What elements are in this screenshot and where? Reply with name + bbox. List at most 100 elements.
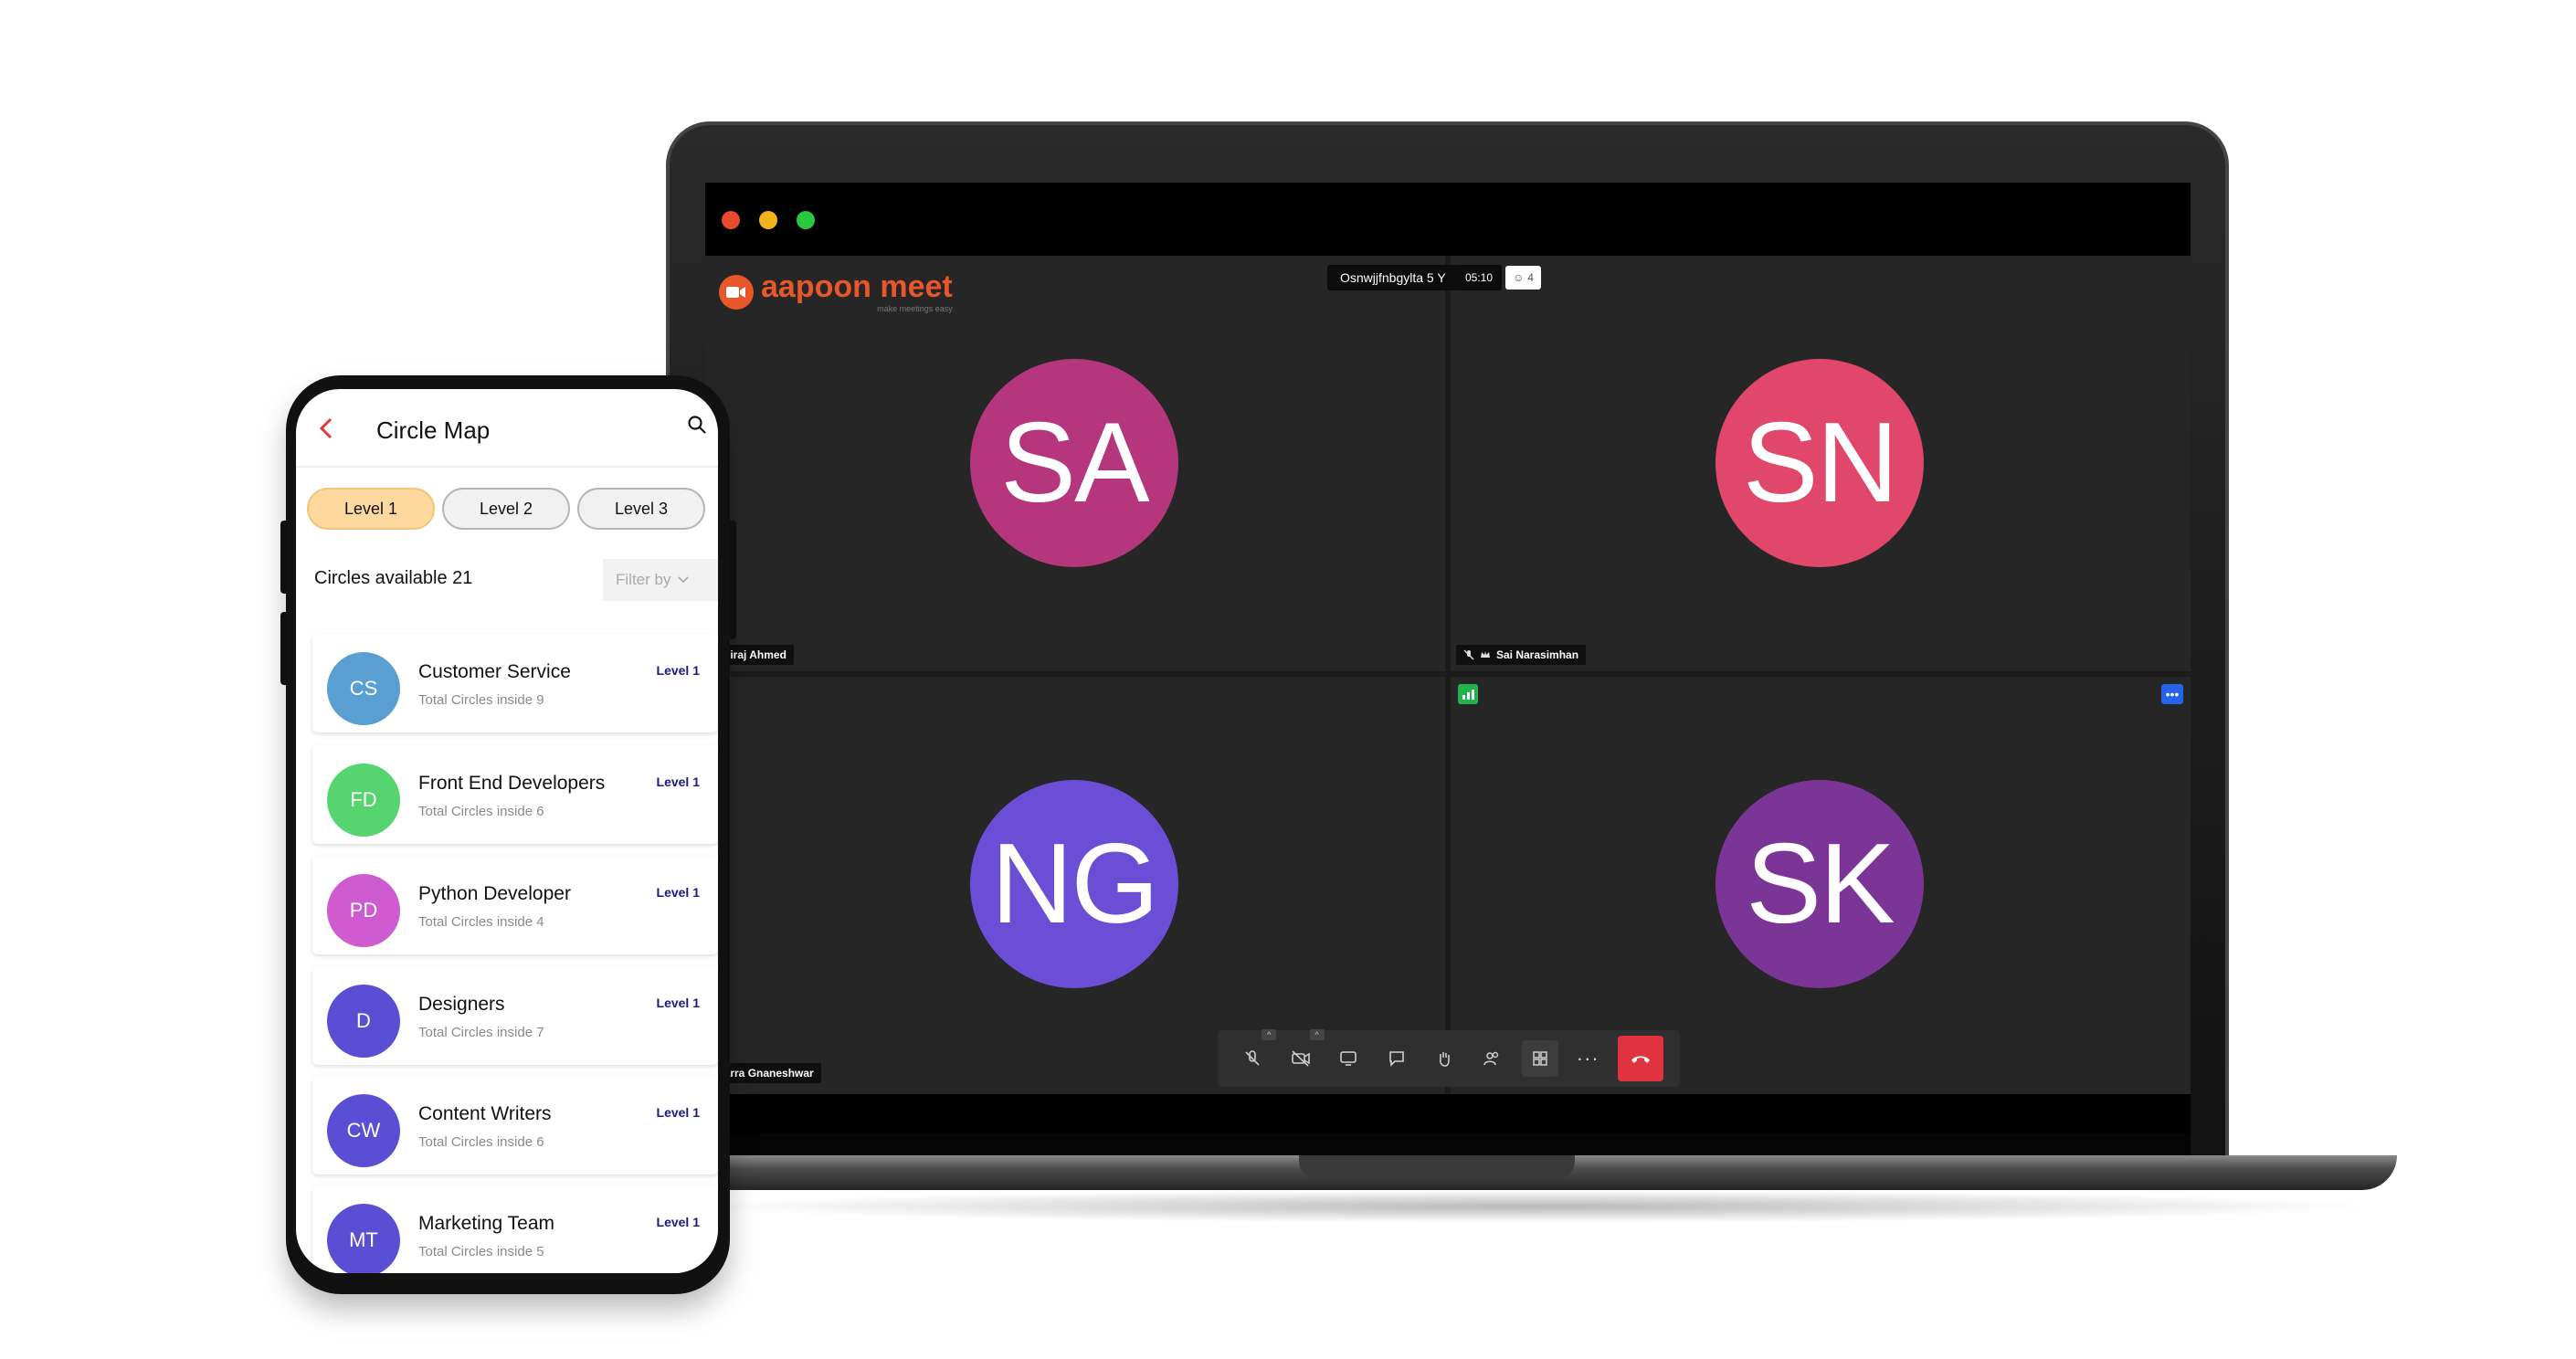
tab-label: Level 2 bbox=[479, 499, 533, 518]
tab-label: Level 1 bbox=[343, 499, 398, 518]
screen-share-button[interactable] bbox=[1330, 1040, 1367, 1077]
crown-icon bbox=[1481, 651, 1490, 658]
circle-avatar: CS bbox=[327, 652, 400, 725]
circle-subtitle: Total Circles inside 9 bbox=[418, 692, 544, 708]
circle-level-badge: Level 1 bbox=[656, 996, 700, 1010]
more-icon: ··· bbox=[1576, 1047, 1599, 1069]
circle-level-badge: Level 1 bbox=[656, 885, 700, 900]
participant-avatar: SK bbox=[1716, 780, 1924, 988]
circle-initials: CW bbox=[346, 1119, 381, 1142]
circle-initials: D bbox=[356, 1009, 371, 1032]
raise-hand-button[interactable] bbox=[1426, 1040, 1462, 1077]
circle-level-badge: Level 1 bbox=[656, 663, 700, 678]
tab-level-3[interactable]: Level 3 bbox=[577, 488, 705, 530]
circle-initials: PD bbox=[349, 899, 378, 922]
participant-name: Narra Gnaneshwar bbox=[716, 1067, 814, 1080]
window-close-button[interactable] bbox=[722, 211, 740, 229]
end-call-button[interactable] bbox=[1617, 1036, 1663, 1081]
search-button[interactable] bbox=[687, 415, 706, 434]
chat-button[interactable] bbox=[1378, 1040, 1415, 1077]
mic-toggle-button[interactable]: ^ bbox=[1234, 1029, 1277, 1077]
camera-off-icon bbox=[1291, 1050, 1310, 1067]
meeting-title-text: Osnwjjfnbgylta 5 Y bbox=[1340, 270, 1446, 285]
circle-avatar: FD bbox=[327, 764, 400, 837]
grid-view-button[interactable] bbox=[1521, 1040, 1558, 1077]
circle-subtitle: Total Circles inside 5 bbox=[418, 1244, 544, 1259]
circle-name: Customer Service bbox=[418, 661, 571, 682]
circle-avatar: D bbox=[327, 985, 400, 1058]
window-minimize-button[interactable] bbox=[759, 211, 777, 229]
circle-name: Marketing Team bbox=[418, 1213, 555, 1234]
circle-level-badge: Level 1 bbox=[656, 1215, 700, 1229]
app-name: aapoon meet bbox=[761, 269, 953, 304]
circle-list-item[interactable]: CS Customer Service Total Circles inside… bbox=[312, 634, 718, 732]
mic-off-icon bbox=[1245, 1050, 1260, 1066]
circle-avatar: PD bbox=[327, 874, 400, 947]
circle-list-item[interactable]: PD Python Developer Total Circles inside… bbox=[312, 856, 718, 954]
logo-camera-icon bbox=[719, 275, 754, 310]
circle-subtitle: Total Circles inside 7 bbox=[418, 1025, 544, 1040]
caret-up-icon[interactable]: ^ bbox=[1309, 1029, 1325, 1040]
tab-label: Level 3 bbox=[614, 499, 669, 518]
circle-list-item[interactable]: FD Front End Developers Total Circles in… bbox=[312, 745, 718, 844]
circle-level-badge: Level 1 bbox=[656, 774, 700, 789]
chevron-down-icon bbox=[678, 576, 690, 584]
phone-screen: Circle Map Level 1 Level 2 Level 3 Circl… bbox=[296, 389, 718, 1273]
tab-level-2[interactable]: Level 2 bbox=[442, 488, 570, 530]
participants-icon bbox=[1483, 1051, 1499, 1066]
filter-label: Filter by bbox=[616, 571, 671, 588]
raise-hand-icon bbox=[1439, 1052, 1450, 1067]
circle-subtitle: Total Circles inside 6 bbox=[418, 1134, 544, 1150]
participant-name: Sai Narasimhan bbox=[1496, 648, 1579, 661]
circle-list-item[interactable]: MT Marketing Team Total Circles inside 5… bbox=[312, 1185, 718, 1273]
participant-name-tag: Sai Narasimhan bbox=[1456, 645, 1587, 665]
back-button[interactable] bbox=[318, 416, 334, 446]
participant-avatar: SA bbox=[970, 359, 1178, 567]
circle-initials: FD bbox=[350, 788, 377, 811]
end-call-icon bbox=[1631, 1056, 1650, 1063]
participant-tile[interactable]: SN Sai Narasimhan bbox=[1451, 256, 2191, 671]
filter-dropdown[interactable]: Filter by bbox=[603, 559, 718, 601]
circle-level-badge: Level 1 bbox=[656, 1105, 700, 1120]
signal-icon bbox=[1458, 684, 1478, 704]
phone-header: Circle Map bbox=[296, 389, 718, 466]
participant-count-badge[interactable]: ☺ 4 bbox=[1505, 266, 1541, 290]
caret-up-icon[interactable]: ^ bbox=[1262, 1029, 1277, 1040]
grid-view-icon bbox=[1533, 1051, 1547, 1066]
meeting-area: SA Shiraj Ahmed SN Sai Narasimhan NG Nar… bbox=[705, 256, 2191, 1094]
participant-initials: SN bbox=[1742, 400, 1898, 526]
participant-avatar: SN bbox=[1716, 359, 1924, 567]
meeting-timer: 05:10 bbox=[1456, 265, 1503, 290]
laptop-shadow bbox=[694, 1190, 2375, 1223]
tab-level-1[interactable]: Level 1 bbox=[307, 488, 435, 530]
participant-initials: SA bbox=[1000, 400, 1149, 526]
more-options-button[interactable]: ··· bbox=[1569, 1040, 1606, 1077]
participant-initials: NG bbox=[991, 821, 1159, 947]
camera-toggle-button[interactable]: ^ bbox=[1283, 1029, 1325, 1077]
meeting-title: Osnwjjfnbgylta 5 Y bbox=[1327, 265, 1459, 290]
participant-tile[interactable]: SA Shiraj Ahmed bbox=[705, 256, 1445, 671]
meeting-toolbar: ^ ^ ··· bbox=[1218, 1029, 1680, 1087]
mic-off-icon bbox=[1463, 649, 1474, 660]
circle-avatar: CW bbox=[327, 1094, 400, 1167]
meeting-timer-text: 05:10 bbox=[1465, 271, 1494, 284]
circle-initials: MT bbox=[349, 1228, 378, 1251]
screen-share-icon bbox=[1340, 1051, 1357, 1066]
circle-name: Content Writers bbox=[418, 1103, 552, 1124]
laptop-notch bbox=[1299, 1155, 1575, 1179]
circle-name: Designers bbox=[418, 994, 505, 1015]
circle-list-item[interactable]: CW Content Writers Total Circles inside … bbox=[312, 1076, 718, 1175]
tile-more-icon[interactable]: ••• bbox=[2161, 684, 2183, 704]
app-tagline: make meetings easy bbox=[877, 304, 953, 313]
window-maximize-button[interactable] bbox=[797, 211, 815, 229]
circle-subtitle: Total Circles inside 4 bbox=[418, 914, 544, 930]
app-logo: aapoon meet make meetings easy bbox=[719, 271, 953, 313]
circle-avatar: MT bbox=[327, 1204, 400, 1273]
circle-initials: CS bbox=[349, 677, 378, 700]
circle-list-item[interactable]: D Designers Total Circles inside 7 Level… bbox=[312, 966, 718, 1065]
chat-icon bbox=[1388, 1051, 1404, 1067]
page-title: Circle Map bbox=[376, 416, 491, 444]
participants-button[interactable] bbox=[1473, 1040, 1510, 1077]
participants-icon: ☺ bbox=[1513, 271, 1525, 284]
circle-name: Python Developer bbox=[418, 883, 571, 904]
